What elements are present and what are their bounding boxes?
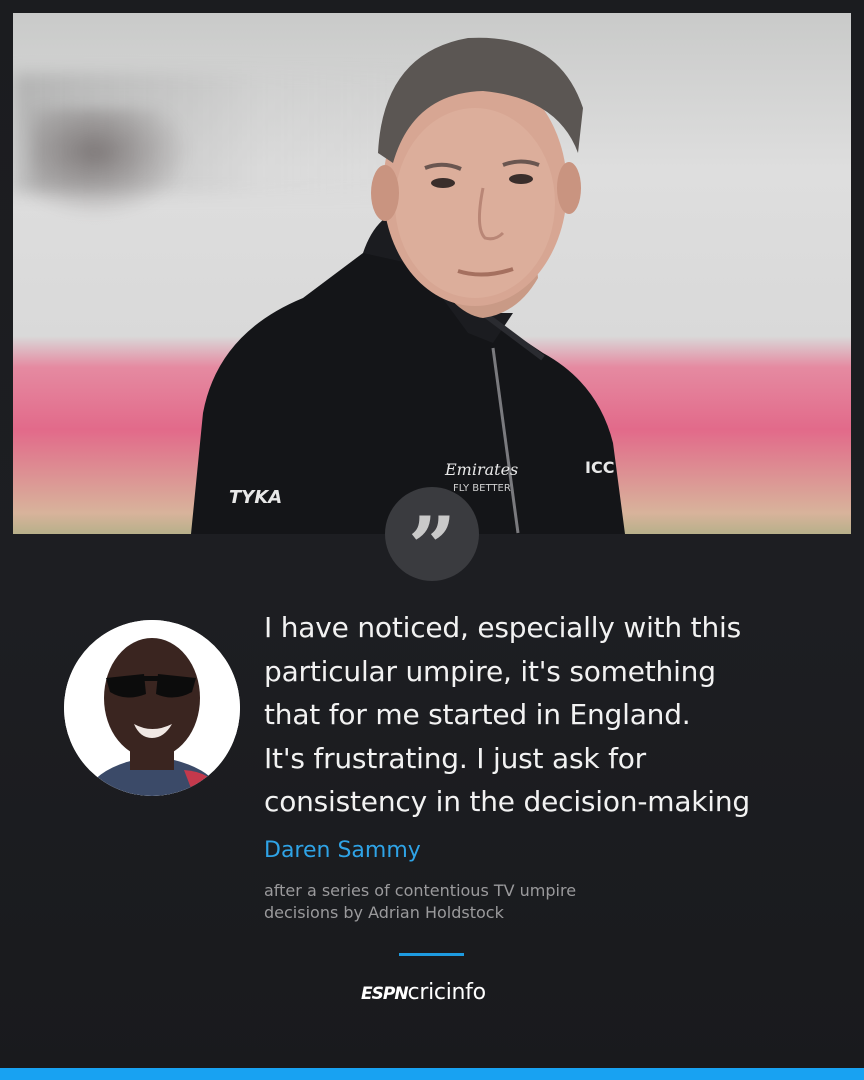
tyka-logo: TYKA: [229, 487, 282, 508]
espn-wordmark: ESPN: [361, 984, 409, 1004]
speaker-avatar: [64, 620, 240, 796]
quote-card: TYKA Emirates FLY BETTER ICC ” I have no…: [0, 0, 864, 1080]
quote-mark-glyph: ”: [407, 498, 457, 597]
emirates-logo: Emirates: [444, 460, 518, 479]
quote-text: I have noticed, especially with this par…: [264, 611, 750, 818]
espncricinfo-logo: ESPNcricinfo: [361, 980, 486, 1005]
umpire-photo: TYKA Emirates FLY BETTER ICC: [13, 13, 851, 534]
umpire-figure: TYKA Emirates FLY BETTER ICC: [191, 37, 625, 534]
icc-logo: ICC: [585, 458, 614, 477]
quote-mark-icon: ”: [385, 487, 479, 590]
speaker-portrait: [64, 620, 240, 796]
fly-better-logo: FLY BETTER: [453, 483, 511, 494]
speaker-name: Daren Sammy: [264, 838, 421, 863]
bottom-accent-bar: [0, 1068, 864, 1080]
quote-context: after a series of contentious TV umpire …: [264, 881, 577, 922]
cricinfo-wordmark: cricinfo: [407, 980, 487, 1005]
accent-divider: [399, 953, 464, 956]
